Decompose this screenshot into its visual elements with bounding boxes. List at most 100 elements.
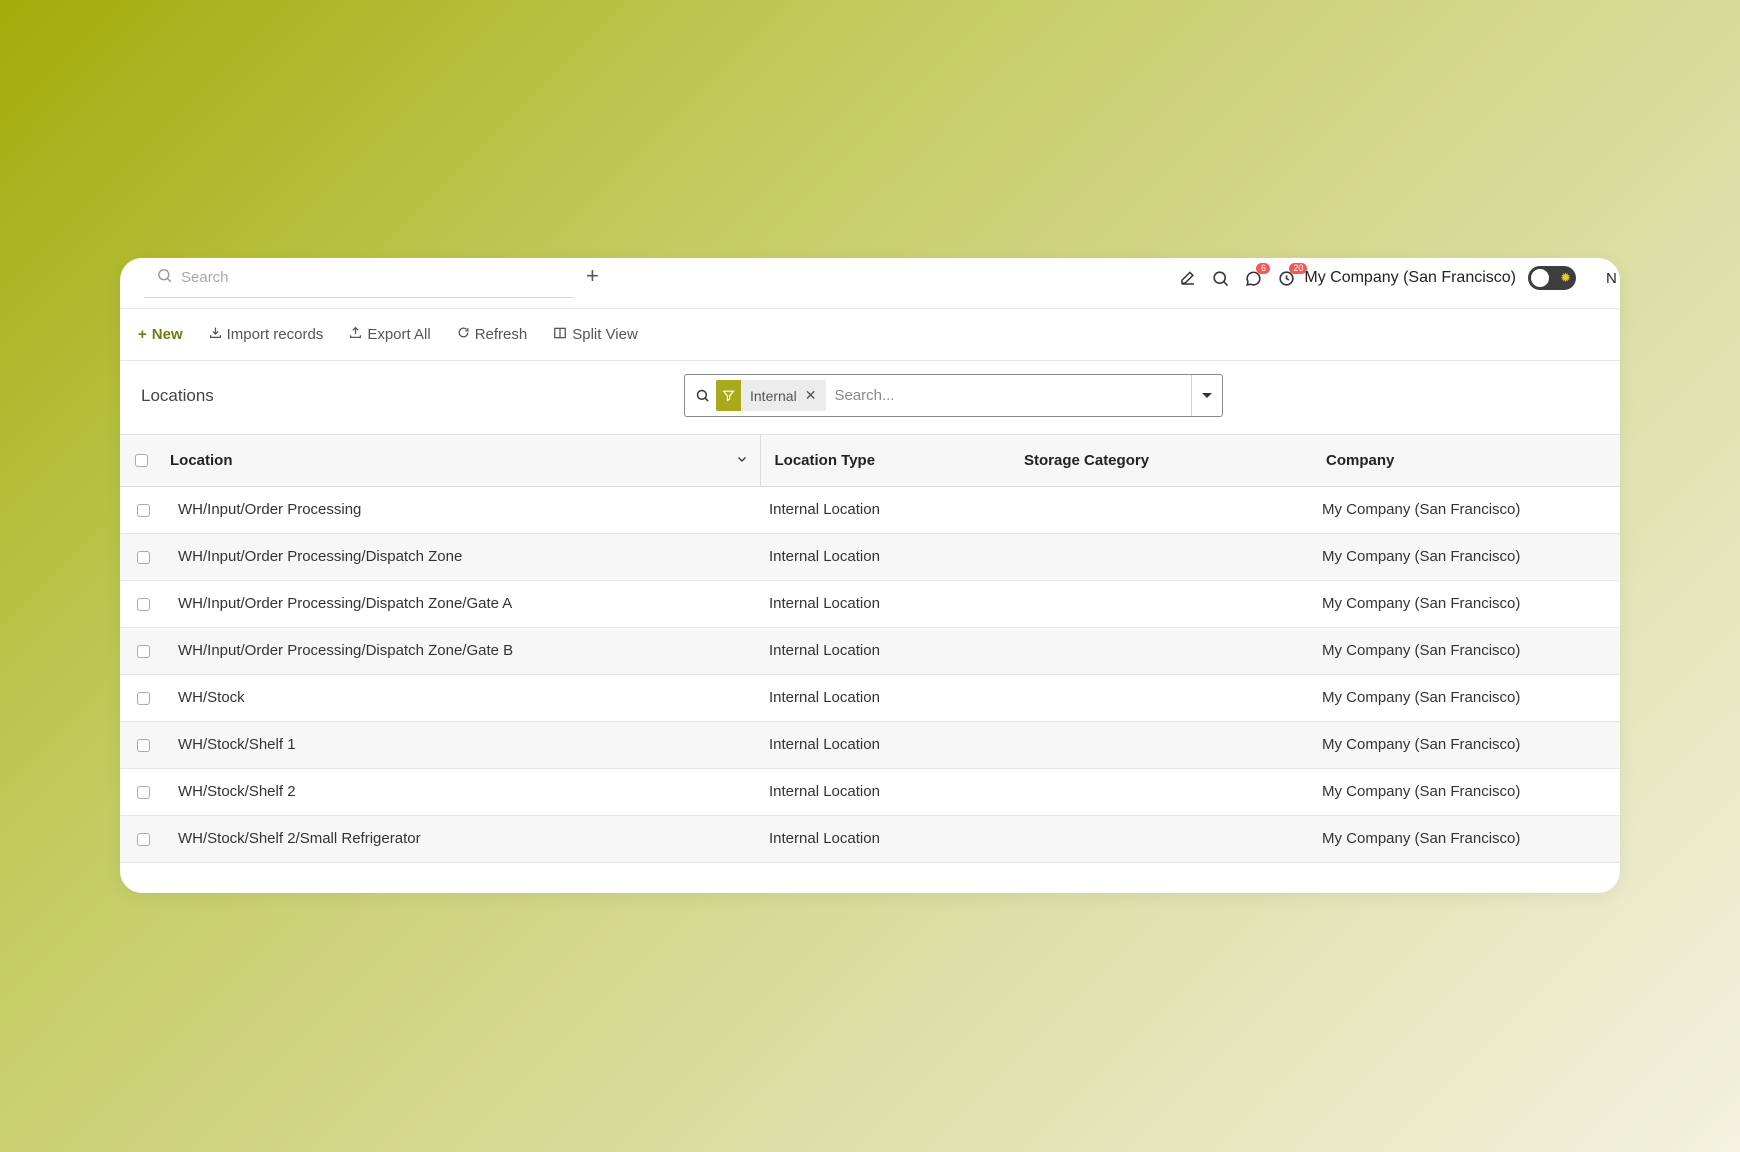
export-all-label: Export All (367, 326, 431, 343)
cell-location: WH/Input/Order Processing/Dispatch Zone/… (178, 642, 514, 659)
row-checkbox[interactable] (137, 503, 150, 517)
toggle-knob (1531, 269, 1549, 287)
add-tab-button[interactable]: + (586, 265, 599, 287)
cell-storage-category (1010, 627, 1308, 674)
cell-storage-category (1010, 580, 1308, 627)
row-checkbox[interactable] (137, 644, 150, 658)
row-checkbox-cell (120, 580, 170, 627)
refresh-button[interactable]: Refresh (457, 326, 528, 343)
edit-icon[interactable] (1179, 269, 1197, 287)
cell-location-type: Internal Location (769, 736, 880, 753)
cell-location-type: Internal Location (769, 501, 880, 518)
cell-company: My Company (San Francisco) (1322, 736, 1521, 753)
table-row[interactable]: WH/Stock Internal Location My Company (S… (120, 674, 1620, 721)
control-panel: Locations Internal ✕ (120, 361, 1620, 435)
table-row[interactable]: WH/Stock/Shelf 2/Small Refrigerator Inte… (120, 815, 1620, 862)
table-header-row: Location Location Type Storage Category … (120, 435, 1620, 486)
cell-company: My Company (San Francisco) (1322, 548, 1521, 565)
locations-table: Location Location Type Storage Category … (120, 435, 1620, 863)
select-all-checkbox[interactable] (135, 454, 148, 468)
cell-company: My Company (San Francisco) (1322, 783, 1521, 800)
row-checkbox[interactable] (137, 832, 150, 846)
cell-company: My Company (San Francisco) (1322, 595, 1521, 612)
column-header-label: Location (170, 451, 233, 469)
table-row[interactable]: WH/Stock/Shelf 1 Internal Location My Co… (120, 721, 1620, 768)
refresh-label: Refresh (474, 326, 528, 343)
column-header-label: Location Type (774, 451, 876, 469)
column-header-location-type[interactable]: Location Type (760, 435, 1010, 486)
row-checkbox-cell (120, 486, 170, 533)
table-row[interactable]: WH/Input/Order Processing Internal Locat… (120, 486, 1620, 533)
export-all-button[interactable]: Export All (349, 326, 431, 343)
global-search[interactable] (144, 258, 574, 298)
close-icon[interactable]: ✕ (805, 387, 827, 404)
table-row[interactable]: WH/Input/Order Processing/Dispatch Zone … (120, 533, 1620, 580)
cell-location-type: Internal Location (769, 689, 880, 706)
cell-storage-category (1010, 815, 1308, 862)
table-row[interactable]: WH/Input/Order Processing/Dispatch Zone/… (120, 627, 1620, 674)
cell-location: WH/Input/Order Processing/Dispatch Zone (178, 548, 463, 565)
split-view-label: Split View (572, 326, 638, 343)
download-icon (209, 326, 222, 343)
row-checkbox[interactable] (137, 691, 150, 705)
global-search-input[interactable] (181, 269, 561, 286)
cell-company: My Company (San Francisco) (1322, 830, 1521, 847)
row-checkbox-cell (120, 768, 170, 815)
cell-company: My Company (San Francisco) (1322, 642, 1521, 659)
list-search-input[interactable] (834, 380, 1191, 411)
import-records-button[interactable]: Import records (209, 326, 324, 343)
list-search-box[interactable]: Internal ✕ (684, 374, 1223, 417)
row-checkbox-cell (120, 674, 170, 721)
search-icon (156, 267, 173, 289)
activity-badge: 20 (1289, 262, 1308, 274)
cell-location-type: Internal Location (769, 830, 880, 847)
refresh-icon (457, 326, 470, 343)
table-row[interactable]: WH/Stock/Shelf 2 Internal Location My Co… (120, 768, 1620, 815)
column-header-storage-category[interactable]: Storage Category (1010, 435, 1308, 486)
import-records-label: Import records (226, 326, 324, 343)
select-all-cell (120, 435, 170, 486)
row-checkbox-cell (120, 721, 170, 768)
cell-location: WH/Stock/Shelf 2/Small Refrigerator (178, 830, 421, 847)
filter-facet: Internal ✕ (716, 380, 827, 411)
cell-location-type: Internal Location (769, 595, 880, 612)
row-checkbox[interactable] (137, 550, 150, 564)
new-button[interactable]: + New (138, 326, 183, 343)
facet-label: Internal (750, 387, 797, 404)
cell-location: WH/Stock/Shelf 2 (178, 783, 296, 800)
search-icon (695, 388, 710, 403)
row-checkbox[interactable] (137, 738, 150, 752)
split-view-button[interactable]: Split View (553, 326, 638, 344)
cell-location: WH/Stock (178, 689, 245, 706)
row-checkbox[interactable] (137, 597, 150, 611)
cell-storage-category (1010, 486, 1308, 533)
column-header-company[interactable]: Company (1308, 435, 1620, 486)
cell-location: WH/Input/Order Processing/Dispatch Zone/… (178, 595, 513, 612)
cell-storage-category (1010, 533, 1308, 580)
app-window: + 6 20 My Company (San Francisco) ✹ N (120, 258, 1620, 893)
plus-icon: + (138, 326, 147, 343)
chat-icon[interactable]: 6 (1244, 262, 1271, 288)
activity-clock-icon[interactable]: 20 (1277, 262, 1308, 288)
cell-location: WH/Input/Order Processing (178, 501, 362, 518)
column-header-label: Storage Category (1024, 451, 1150, 469)
cell-company: My Company (San Francisco) (1322, 689, 1521, 706)
user-menu[interactable]: N (1606, 270, 1620, 287)
search-options-toggle[interactable] (1191, 375, 1222, 416)
page-title: Locations (141, 386, 214, 405)
caret-down-icon (1202, 393, 1212, 398)
chat-badge: 6 (1256, 262, 1271, 274)
column-header-location[interactable]: Location (170, 435, 761, 486)
search-icon[interactable] (1211, 269, 1230, 288)
company-switcher[interactable]: My Company (San Francisco) (1304, 269, 1516, 287)
cell-location-type: Internal Location (769, 548, 880, 565)
cell-company: My Company (San Francisco) (1322, 501, 1521, 518)
table-row[interactable]: WH/Input/Order Processing/Dispatch Zone/… (120, 580, 1620, 627)
row-checkbox[interactable] (137, 785, 150, 799)
column-header-label: Company (1326, 451, 1395, 469)
cell-storage-category (1010, 768, 1308, 815)
filter-icon (716, 380, 741, 411)
chevron-down-icon[interactable] (736, 453, 748, 465)
theme-toggle[interactable]: ✹ (1528, 266, 1576, 290)
sun-icon: ✹ (1560, 270, 1571, 285)
